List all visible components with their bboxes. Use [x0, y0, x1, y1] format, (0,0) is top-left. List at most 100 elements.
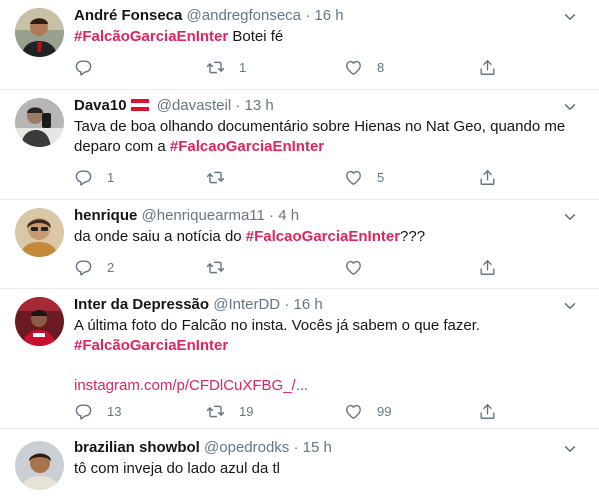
retweet-button[interactable] — [206, 257, 239, 277]
tweet-text-pre: da onde saiu a notícia do — [74, 228, 246, 245]
tweet-header: Dava10 @davasteil · 13 h — [74, 96, 274, 116]
tweet-actions: 1 5 — [74, 167, 514, 187]
tweet-header: brazilian showbol @opedrodks · 15 h — [74, 438, 332, 458]
share-button[interactable] — [478, 57, 497, 77]
separator-dot: · — [284, 296, 290, 313]
tweet-text-post: Botei fé — [228, 28, 284, 45]
author-handle[interactable]: @opedrodks — [204, 439, 289, 456]
avatar[interactable] — [15, 441, 64, 490]
like-count: 5 — [377, 169, 385, 185]
chevron-down-icon[interactable] — [563, 299, 577, 313]
retweet-button[interactable] — [206, 167, 239, 187]
separator-dot: · — [305, 7, 311, 24]
tweet-actions: 13 19 99 — [74, 401, 514, 421]
author-name[interactable]: henrique — [74, 207, 137, 224]
retweet-icon — [206, 168, 225, 187]
reply-count: 2 — [107, 259, 115, 275]
author-name[interactable]: André Fonseca — [74, 7, 182, 24]
timestamp[interactable]: 16 h — [314, 7, 343, 24]
tweet-header: André Fonseca @andregfonseca · 16 h — [74, 6, 344, 26]
separator-dot: · — [235, 97, 241, 114]
share-button[interactable] — [478, 167, 497, 187]
retweet-icon — [206, 402, 225, 421]
reply-count: 1 — [107, 169, 115, 185]
chevron-down-icon[interactable] — [563, 10, 577, 24]
like-icon — [344, 168, 363, 187]
reply-button[interactable]: 13 — [74, 401, 121, 421]
austria-flag-icon — [130, 99, 149, 111]
tweet-text-post: ??? — [400, 228, 426, 245]
share-icon — [478, 258, 497, 277]
like-button[interactable]: 5 — [344, 167, 384, 187]
reply-count: 13 — [107, 403, 122, 419]
timestamp[interactable]: 16 h — [294, 296, 323, 313]
timestamp[interactable]: 13 h — [245, 97, 274, 114]
like-button[interactable]: 8 — [344, 57, 384, 77]
hashtag-link[interactable]: #FalcaoGarciaEnInter — [246, 228, 400, 245]
author-handle[interactable]: @davasteil — [157, 97, 231, 114]
retweet-icon — [206, 258, 225, 277]
tweet[interactable]: henrique @henriquearma11 · 4 h da onde s… — [0, 200, 599, 289]
tweet-text: da onde saiu a notícia do #FalcaoGarciaE… — [74, 227, 574, 247]
avatar[interactable] — [15, 98, 64, 147]
avatar[interactable] — [15, 297, 64, 346]
reply-icon — [74, 402, 93, 421]
instagram-link[interactable]: instagram.com/p/CFDlCuXFBG_/... — [74, 376, 574, 396]
author-name[interactable]: brazilian showbol — [74, 439, 200, 456]
chevron-down-icon[interactable] — [563, 210, 577, 224]
tweet-text: A última foto do Falcão no insta. Vocês … — [74, 316, 574, 396]
tweet[interactable]: André Fonseca @andregfonseca · 16 h #Fal… — [0, 0, 599, 90]
share-button[interactable] — [478, 401, 497, 421]
tweet-text: Tava de boa olhando documentário sobre H… — [74, 117, 574, 157]
retweet-button[interactable]: 1 — [206, 57, 246, 77]
like-icon — [344, 402, 363, 421]
like-button[interactable]: 99 — [344, 401, 391, 421]
share-icon — [478, 402, 497, 421]
separator-dot: · — [269, 207, 275, 224]
like-count: 8 — [377, 59, 385, 75]
reply-icon — [74, 258, 93, 277]
reply-icon — [74, 168, 93, 187]
author-handle[interactable]: @InterDD — [213, 296, 280, 313]
author-handle[interactable]: @henriquearma11 — [142, 207, 265, 224]
timestamp[interactable]: 4 h — [278, 207, 299, 224]
reply-button[interactable]: 1 — [74, 167, 114, 187]
reply-button[interactable] — [74, 57, 107, 77]
hashtag-link[interactable]: #FalcãoGarciaEnInter — [74, 28, 228, 45]
like-icon — [344, 58, 363, 77]
reply-button[interactable]: 2 — [74, 257, 114, 277]
share-icon — [478, 58, 497, 77]
tweet-actions: 1 8 — [74, 57, 514, 77]
tweet[interactable]: Inter da Depressão @InterDD · 16 h A últ… — [0, 289, 599, 429]
share-icon — [478, 168, 497, 187]
chevron-down-icon[interactable] — [563, 442, 577, 456]
hashtag-link[interactable]: #FalcãoGarciaEnInter — [74, 336, 574, 356]
like-icon — [344, 258, 363, 277]
like-count: 99 — [377, 403, 392, 419]
retweet-icon — [206, 58, 225, 77]
tweet[interactable]: brazilian showbol @opedrodks · 15 h tô c… — [0, 429, 599, 496]
avatar[interactable] — [15, 8, 64, 57]
separator-dot: · — [293, 439, 299, 456]
like-button[interactable] — [344, 257, 377, 277]
share-button[interactable] — [478, 257, 497, 277]
retweet-count: 1 — [239, 59, 247, 75]
timestamp[interactable]: 15 h — [303, 439, 332, 456]
retweet-count: 19 — [239, 403, 254, 419]
hashtag-link[interactable]: #FalcaoGarciaEnInter — [170, 138, 324, 155]
tweet-text-pre: tô com inveja do lado azul da tl — [74, 460, 280, 477]
avatar[interactable] — [15, 208, 64, 257]
retweet-button[interactable]: 19 — [206, 401, 253, 421]
author-name[interactable]: Dava10 — [74, 97, 127, 114]
tweet-header: henrique @henriquearma11 · 4 h — [74, 206, 299, 226]
chevron-down-icon[interactable] — [563, 100, 577, 114]
tweet-text: #FalcãoGarciaEnInter Botei fé — [74, 27, 574, 47]
author-handle[interactable]: @andregfonseca — [187, 7, 301, 24]
tweet-text: tô com inveja do lado azul da tl — [74, 459, 574, 479]
tweet-header: Inter da Depressão @InterDD · 16 h — [74, 295, 323, 315]
tweet-actions: 2 — [74, 257, 514, 277]
tweet[interactable]: Dava10 @davasteil · 13 h Tava de boa olh… — [0, 90, 599, 200]
author-name[interactable]: Inter da Depressão — [74, 296, 209, 313]
tweet-text-pre: A última foto do Falcão no insta. Vocês … — [74, 317, 481, 334]
